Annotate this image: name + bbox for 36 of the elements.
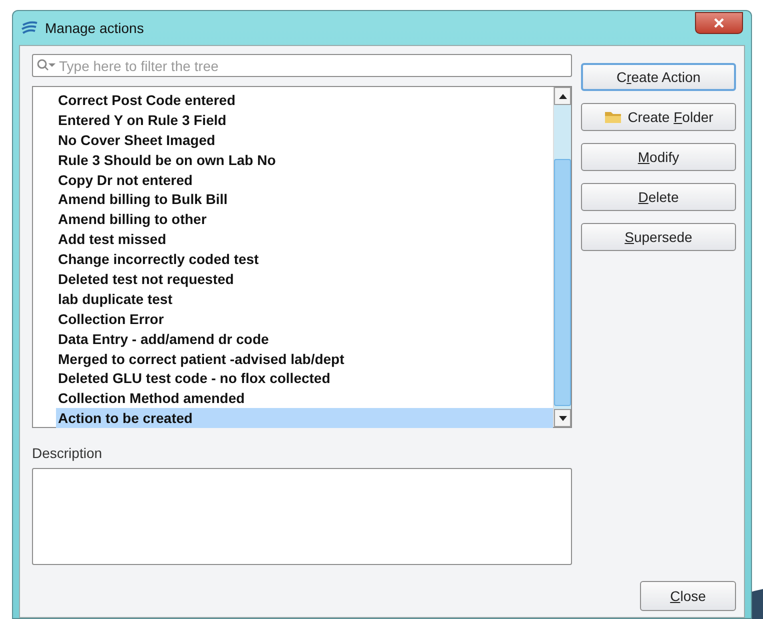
modify-button[interactable]: Modify (581, 143, 736, 171)
window-title: Manage actions (45, 20, 144, 36)
app-logo-icon (21, 20, 39, 36)
create-action-button[interactable]: Create Action (581, 63, 736, 91)
tree-item[interactable]: Rule 3 Should be on own Lab No (56, 150, 553, 170)
tree-item[interactable]: lab duplicate test (56, 288, 553, 309)
tree-item[interactable]: Add test missed (56, 229, 553, 250)
tree-item[interactable]: Collection Method amended (56, 388, 553, 408)
supersede-button[interactable]: Supersede (581, 223, 736, 251)
create-folder-button[interactable]: Create Folder (581, 103, 736, 131)
tree-item[interactable]: Amend billing to other (56, 209, 553, 230)
description-label: Description (32, 445, 104, 461)
scroll-thumb[interactable] (554, 159, 571, 406)
filter-field[interactable]: Type here to filter the tree (32, 54, 572, 77)
tree-item[interactable]: Entered Y on Rule 3 Field (56, 110, 553, 130)
tree-item[interactable]: Change incorrectly coded test (56, 249, 553, 270)
tree-item[interactable]: Action to be created (56, 408, 553, 428)
delete-button[interactable]: Delete (581, 183, 736, 211)
close-dialog-button[interactable]: Close (640, 581, 736, 611)
scroll-down-icon[interactable] (554, 409, 571, 427)
tree-item[interactable]: Deleted test not requested (56, 269, 553, 289)
scroll-up-icon[interactable] (554, 87, 571, 105)
folder-icon (604, 110, 622, 124)
tree-item[interactable]: Collection Error (56, 308, 553, 329)
search-icon (36, 58, 56, 72)
scrollbar[interactable] (553, 87, 571, 427)
tree-item[interactable]: Merged to correct patient -advised lab/dept (56, 348, 553, 368)
close-icon (714, 18, 724, 28)
tree-item[interactable]: Deleted GLU test code - no flox collected (56, 368, 553, 388)
tree-item[interactable]: Amend billing to Bulk Bill (56, 189, 553, 210)
tree-item[interactable]: Correct Post Code entered (56, 90, 553, 110)
close-button[interactable] (695, 12, 743, 34)
tree-item[interactable]: Data Entry - add/amend dr code (56, 328, 553, 349)
description-field[interactable] (32, 468, 572, 565)
tree-item[interactable]: Copy Dr not entered (56, 170, 553, 190)
tree-item[interactable]: No Cover Sheet Imaged (56, 130, 553, 150)
